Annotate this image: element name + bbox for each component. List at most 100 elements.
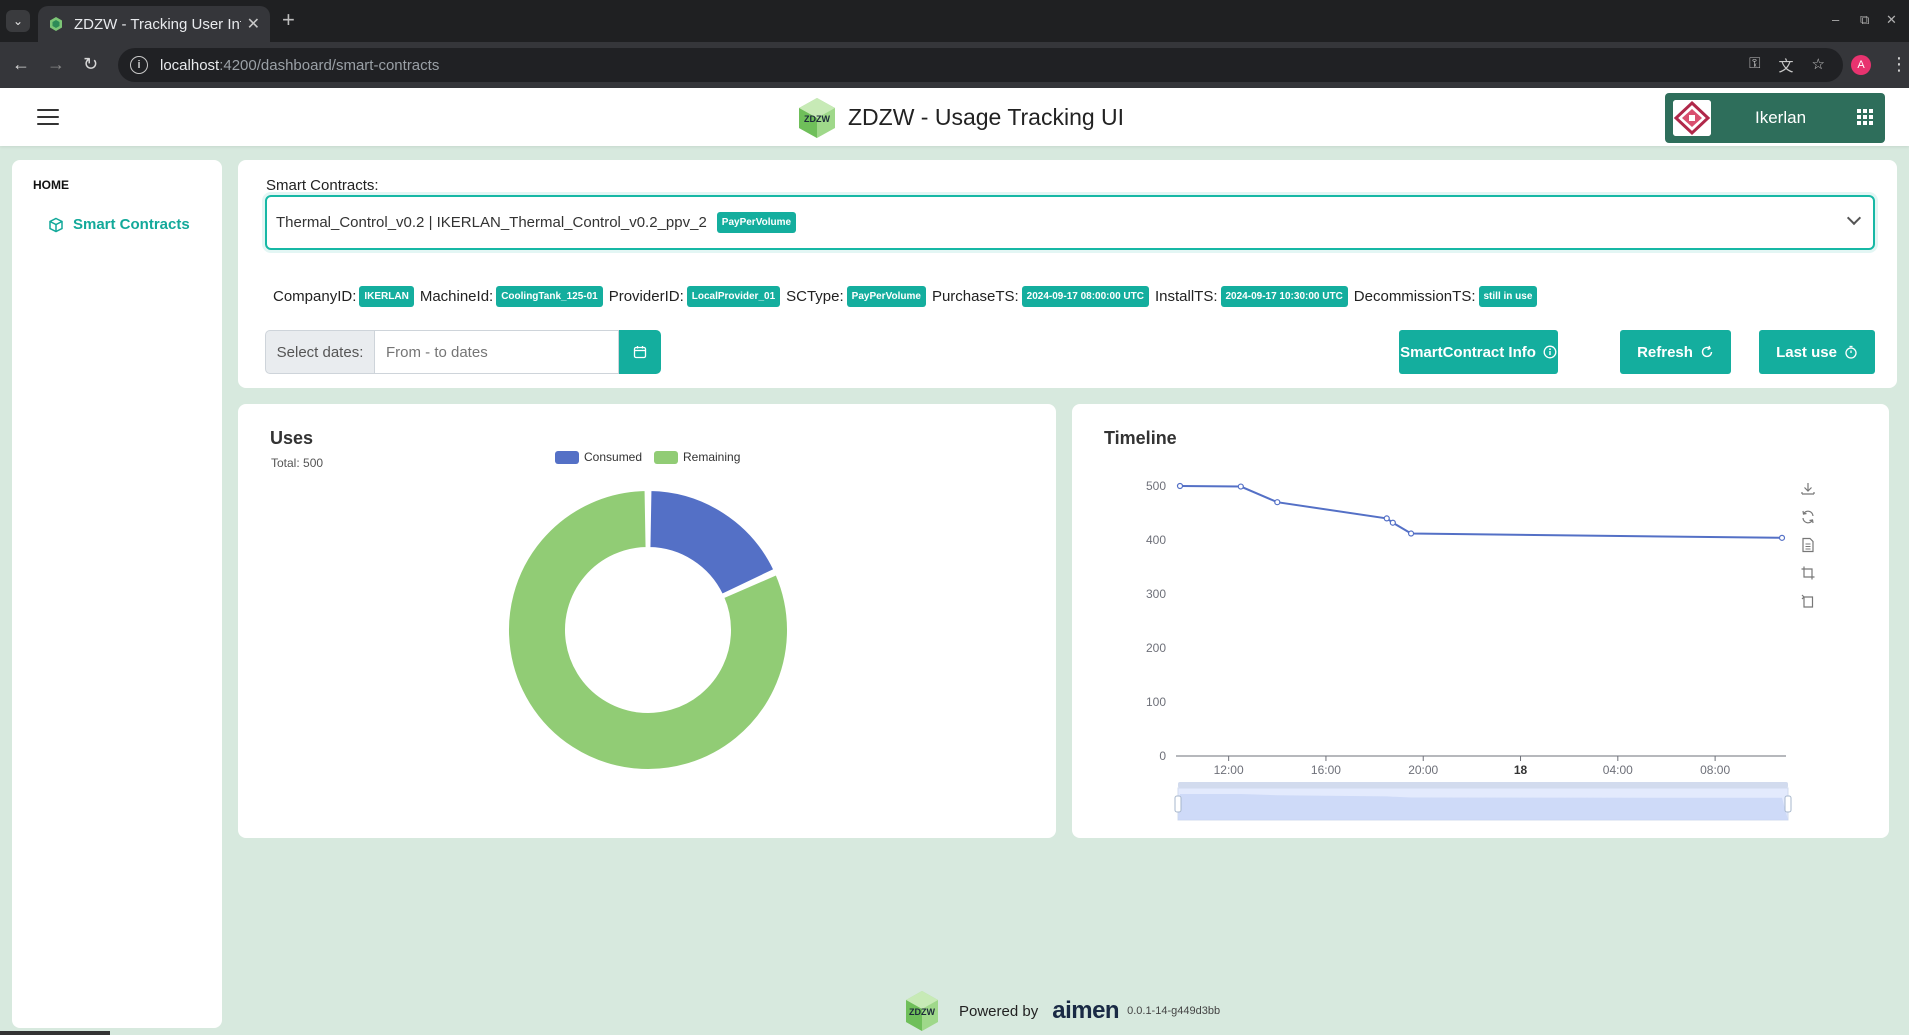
x-tick-label: 16:00	[1311, 763, 1341, 777]
chevron-down-icon[interactable]	[1846, 210, 1862, 226]
download-icon[interactable]	[1800, 481, 1816, 497]
calendar-button[interactable]	[619, 330, 661, 374]
install-ts-badge: 2024-09-17 10:30:00 UTC	[1220, 286, 1348, 307]
resize-handle	[0, 1031, 110, 1035]
select-dates-label: Select dates:	[265, 330, 375, 374]
date-range-input[interactable]	[375, 330, 619, 374]
minimize-icon[interactable]: –	[1832, 12, 1839, 27]
meta-label: SCType:	[786, 288, 844, 305]
date-range-picker: Select dates:	[265, 330, 661, 374]
y-tick-label: 300	[1146, 587, 1166, 601]
tab-title: ZDZW - Tracking User Int	[74, 15, 241, 33]
data-point[interactable]	[1176, 482, 1184, 490]
zoom-reset-icon[interactable]	[1800, 593, 1816, 609]
y-tick-label: 500	[1146, 479, 1166, 493]
data-point[interactable]	[1383, 515, 1390, 522]
restore-window-icon[interactable]: ⧉	[1860, 12, 1869, 28]
data-view-icon[interactable]	[1800, 537, 1816, 553]
zoom-handle-right[interactable]	[1784, 795, 1792, 813]
menu-toggle-icon[interactable]	[37, 109, 59, 125]
password-key-icon[interactable]: ⚿	[1749, 55, 1760, 76]
sidebar-section-home: HOME	[33, 178, 69, 192]
footer: ZDZW Powered by aimen 0.0.1-14-g449d3bb	[905, 990, 1220, 1032]
tab-close-icon[interactable]: ✕	[247, 14, 260, 34]
address-bar[interactable]: i localhost:4200/dashboard/smart-contrac…	[118, 48, 1843, 82]
zdzw-footer-logo: ZDZW	[906, 991, 938, 1031]
decommission-ts-badge: still in use	[1478, 286, 1538, 307]
meta-label: InstallTS:	[1154, 288, 1218, 305]
data-point[interactable]	[1389, 519, 1396, 526]
y-tick-label: 200	[1146, 641, 1166, 655]
bookmark-star-icon[interactable]: ☆	[1812, 55, 1825, 76]
close-window-icon[interactable]: ✕	[1886, 12, 1897, 28]
smart-contracts-label: Smart Contracts:	[266, 177, 379, 194]
refresh-icon	[1701, 345, 1713, 358]
machine-id-badge: CoolingTank_125-01	[496, 286, 603, 307]
meta-label: DecommissionTS:	[1353, 288, 1476, 305]
url-host: localhost	[160, 56, 220, 74]
powered-by-text: Powered by	[959, 1002, 1039, 1020]
data-point[interactable]	[1407, 530, 1415, 537]
info-icon	[1543, 345, 1557, 359]
selected-contract: Thermal_Control_v0.2 | IKERLAN_Thermal_C…	[276, 214, 707, 231]
contract-metadata: CompanyID: IKERLAN MachineId: CoolingTan…	[273, 286, 1543, 307]
back-icon[interactable]: ←	[12, 54, 30, 74]
meta-label: CompanyID:	[273, 288, 357, 305]
app-title: ZDZW - Usage Tracking UI	[848, 104, 1125, 130]
sc-type-badge: PayPerVolume	[846, 286, 926, 307]
browser-toolbar: ← → ↻ i localhost:4200/dashboard/smart-c…	[0, 42, 1909, 88]
tab-search-button[interactable]: ⌄	[6, 10, 30, 32]
translate-icon[interactable]: 文	[1779, 55, 1794, 76]
stopwatch-icon	[1845, 345, 1857, 359]
reload-icon[interactable]: ↻	[83, 54, 98, 74]
meta-label: MachineId:	[419, 288, 494, 305]
donut-slice-consumed[interactable]	[648, 489, 776, 596]
zdzw-logo: ZDZW	[799, 98, 835, 138]
x-tick-label: 08:00	[1700, 763, 1730, 777]
browser-menu-icon[interactable]: ⋮	[1890, 54, 1908, 75]
refresh-button[interactable]: Refresh	[1620, 330, 1731, 374]
ikerlan-logo	[1673, 100, 1711, 136]
browser-tab-bar: ⌄ ZDZW - Tracking User Int ✕ + – ⧉ ✕	[0, 0, 1909, 42]
zdzw-favicon-icon	[50, 17, 62, 31]
button-label: Refresh	[1637, 343, 1693, 361]
site-info-icon[interactable]: i	[130, 56, 148, 74]
x-tick-label: 12:00	[1214, 763, 1244, 777]
profile-avatar[interactable]: A	[1851, 55, 1871, 75]
contract-type-badge: PayPerVolume	[716, 212, 797, 233]
data-point[interactable]	[1778, 534, 1786, 541]
restore-icon[interactable]	[1800, 509, 1816, 525]
timeline-line-chart: 0 100 200 300 400 500 12:00 16:00 20:00 18 04:00 08…	[1146, 479, 1792, 821]
last-use-button[interactable]: Last use	[1759, 330, 1875, 374]
organization-name: Ikerlan	[1755, 108, 1807, 127]
zdzw-logo-text: ZDZW	[804, 114, 830, 124]
url-path: :4200/dashboard/smart-contracts	[219, 56, 440, 74]
zoom-slider-track[interactable]	[1178, 782, 1788, 788]
data-point[interactable]	[1237, 483, 1244, 490]
app-version: 0.0.1-14-g449d3bb	[1127, 1005, 1221, 1017]
apps-grid-icon[interactable]	[1857, 109, 1873, 125]
smartcontract-info-button[interactable]: SmartContract Info	[1399, 330, 1558, 374]
x-tick-label: 18	[1514, 763, 1528, 777]
meta-label: PurchaseTS:	[931, 288, 1019, 305]
data-point[interactable]	[1274, 499, 1281, 506]
sidebar-item-label: Smart Contracts	[73, 216, 190, 233]
smart-contract-select[interactable]: Thermal_Control_v0.2 | IKERLAN_Thermal_C…	[265, 195, 1875, 250]
y-tick-label: 100	[1146, 695, 1166, 709]
forward-icon[interactable]: →	[47, 54, 65, 74]
zoom-handle-left[interactable]	[1174, 795, 1182, 813]
sidebar-item-smart-contracts[interactable]: Smart Contracts	[48, 216, 190, 233]
zoom-slider-shadow	[1178, 794, 1788, 820]
x-tick-label: 04:00	[1603, 763, 1633, 777]
zoom-icon[interactable]	[1800, 565, 1816, 581]
timeline-series-line	[1179, 485, 1783, 539]
purchase-ts-badge: 2024-09-17 08:00:00 UTC	[1021, 286, 1149, 307]
zdzw-logo-text: ZDZW	[909, 1007, 935, 1017]
browser-tab[interactable]: ZDZW - Tracking User Int ✕	[38, 6, 270, 42]
uses-donut-chart	[507, 489, 789, 771]
provider-id-badge: LocalProvider_01	[686, 286, 781, 307]
new-tab-icon[interactable]: +	[282, 9, 295, 31]
organization-switcher[interactable]: Ikerlan	[1665, 93, 1885, 143]
app-header: ZDZW ZDZW - Usage Tracking UI Ikerlan	[0, 88, 1909, 146]
company-id-badge: IKERLAN	[359, 286, 414, 307]
